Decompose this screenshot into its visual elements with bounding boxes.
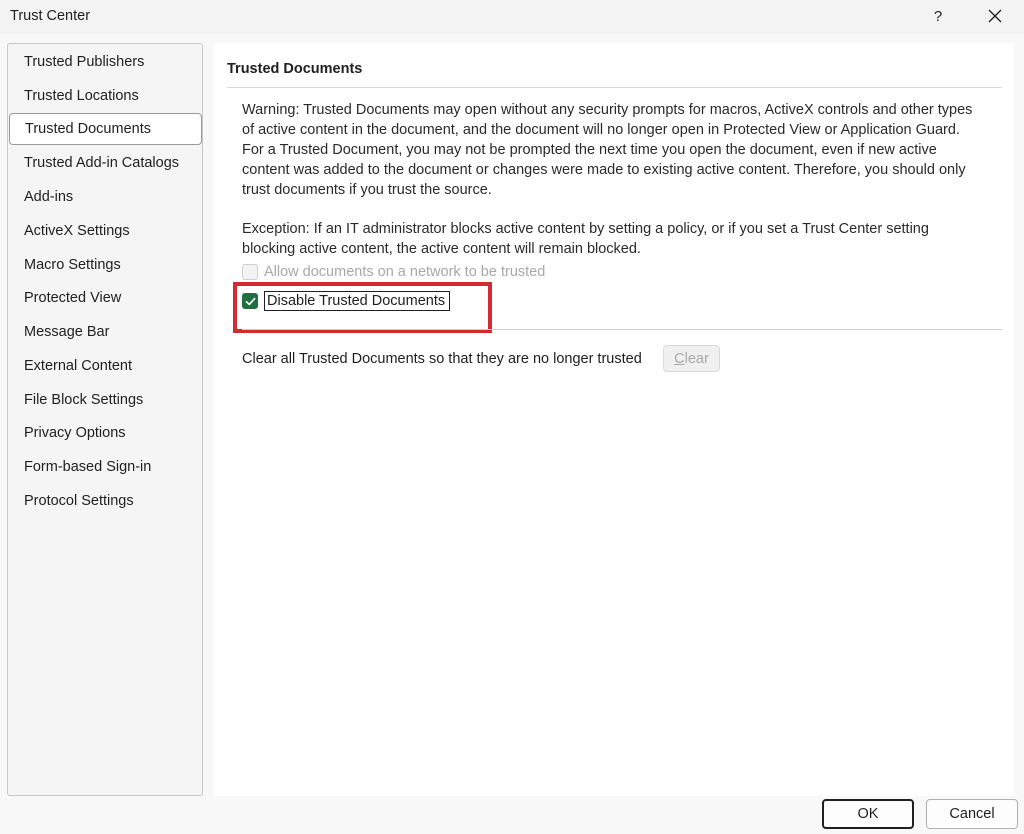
window-title: Trust Center <box>10 8 91 24</box>
trust-center-dialog: Trust Center ? Trusted Publishers Truste… <box>0 0 1024 834</box>
allow-network-checkbox <box>242 264 258 280</box>
sidebar-item-label: Privacy Options <box>24 425 126 441</box>
cancel-button-label: Cancel <box>949 806 995 822</box>
cancel-button[interactable]: Cancel <box>926 799 1018 829</box>
sidebar-item-protected-view[interactable]: Protected View <box>8 282 204 314</box>
sidebar-item-external-content[interactable]: External Content <box>8 350 204 382</box>
sidebar-item-label: File Block Settings <box>24 392 144 408</box>
sidebar-item-label: Trusted Documents <box>25 121 151 137</box>
sidebar-item-label: Protocol Settings <box>24 493 134 509</box>
allow-network-option: Allow documents on a network to be trust… <box>242 262 545 282</box>
help-button[interactable]: ? <box>916 2 960 30</box>
ok-button-label: OK <box>857 806 879 822</box>
sidebar-item-label: Message Bar <box>24 324 110 340</box>
sidebar-item-addins[interactable]: Add-ins <box>8 181 204 213</box>
ok-button[interactable]: OK <box>822 799 914 829</box>
sidebar-item-label: Trusted Locations <box>24 88 139 104</box>
exception-text: Exception: If an IT administrator blocks… <box>242 221 929 257</box>
sidebar-item-label: Form-based Sign-in <box>24 459 152 475</box>
sidebar-item-message-bar[interactable]: Message Bar <box>8 316 204 348</box>
clear-button-label: Clear <box>674 350 709 367</box>
sidebar-item-label: Macro Settings <box>24 257 121 273</box>
sidebar-nav: Trusted Publishers Trusted Locations Tru… <box>7 43 203 796</box>
close-button[interactable] <box>973 2 1017 30</box>
sidebar-item-activex-settings[interactable]: ActiveX Settings <box>8 215 204 247</box>
section-divider <box>227 87 1002 88</box>
sidebar-item-label: Add-ins <box>24 189 74 205</box>
sidebar-item-trusted-documents[interactable]: Trusted Documents <box>9 113 202 145</box>
sidebar-item-label: Trusted Add-in Catalogs <box>24 155 180 171</box>
highlight-annotation-box <box>233 282 492 333</box>
sidebar-item-label: Trusted Publishers <box>24 54 145 70</box>
help-icon: ? <box>933 7 943 25</box>
section-title: Trusted Documents <box>227 61 363 77</box>
sidebar-item-form-based-sign-in[interactable]: Form-based Sign-in <box>8 451 204 483</box>
close-icon <box>988 9 1002 23</box>
sidebar-item-trusted-locations[interactable]: Trusted Locations <box>8 80 204 112</box>
clear-button[interactable]: Clear <box>663 345 720 372</box>
sidebar-item-privacy-options[interactable]: Privacy Options <box>8 417 204 449</box>
sidebar-item-protocol-settings[interactable]: Protocol Settings <box>8 485 204 517</box>
option-divider <box>242 329 1002 330</box>
sidebar-item-trusted-publishers[interactable]: Trusted Publishers <box>8 46 204 78</box>
title-bar: Trust Center ? <box>0 0 1024 34</box>
settings-panel: Trusted Documents Warning: Trusted Docum… <box>214 43 1014 796</box>
sidebar-item-macro-settings[interactable]: Macro Settings <box>8 249 204 281</box>
sidebar-item-trusted-addin-catalogs[interactable]: Trusted Add-in Catalogs <box>8 147 204 179</box>
sidebar-item-label: External Content <box>24 358 133 374</box>
clear-description: Clear all Trusted Documents so that they… <box>242 351 642 367</box>
sidebar-item-label: Protected View <box>24 290 122 306</box>
allow-network-label: Allow documents on a network to be trust… <box>264 264 546 280</box>
sidebar-item-file-block-settings[interactable]: File Block Settings <box>8 384 204 416</box>
warning-text: Warning: Trusted Documents may open with… <box>242 102 973 198</box>
sidebar-item-label: ActiveX Settings <box>24 223 130 239</box>
